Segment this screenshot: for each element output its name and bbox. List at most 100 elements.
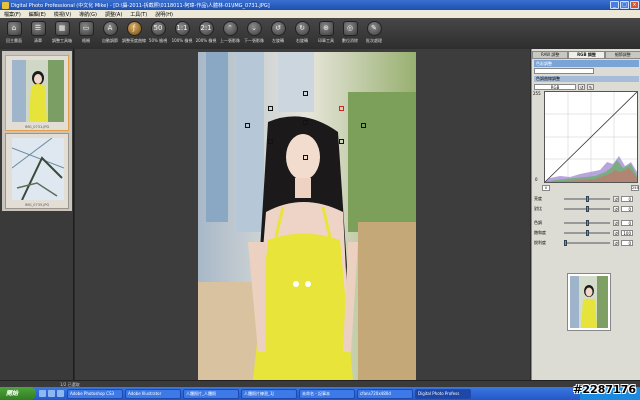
curve-channel-select[interactable]: RGB bbox=[534, 83, 576, 90]
taskbar-item-active[interactable]: Digital Photo Profess bbox=[415, 388, 471, 399]
slider-knob[interactable] bbox=[586, 230, 589, 236]
thumbnail-caption: IMG_0731.JPG bbox=[24, 125, 50, 129]
curve-eyedropper-button[interactable]: ✎ bbox=[587, 83, 594, 90]
toolbar-auto-button[interactable]: A 自動調節 bbox=[98, 18, 122, 49]
home-icon: ⌂ bbox=[6, 21, 22, 36]
thumbnail-caption: IMG_0735.JPG bbox=[24, 203, 50, 207]
toolbar-grid-button[interactable]: ▭ 格柵 bbox=[74, 18, 98, 49]
hue-slider[interactable] bbox=[564, 220, 610, 226]
start-button[interactable]: 開始 bbox=[0, 387, 36, 400]
slider-knob[interactable] bbox=[564, 240, 567, 246]
tab-detail-adjust[interactable]: 細節調整 bbox=[604, 51, 640, 59]
palette-tabs: RAW 調整 RGB 調整 細節調整 bbox=[532, 51, 640, 59]
tab-raw-adjust[interactable]: RAW 調整 bbox=[532, 51, 569, 59]
brightness-value[interactable]: 0 bbox=[621, 196, 633, 202]
toolbar-zoom50-button[interactable]: 50 50% 檢視 bbox=[146, 18, 170, 49]
curve-input-min[interactable]: 0 bbox=[542, 185, 550, 191]
menu-edit[interactable]: 編輯(E) bbox=[29, 11, 46, 18]
reset-icon[interactable]: ↺ bbox=[613, 240, 619, 246]
menu-file[interactable]: 檔案(F) bbox=[4, 11, 21, 18]
brightness-slider[interactable] bbox=[564, 196, 610, 202]
menu-view[interactable]: 檢視(V) bbox=[54, 11, 71, 18]
contrast-value[interactable]: 0 bbox=[621, 206, 633, 212]
toolbar-stamp-button[interactable]: ⊕ 印章工具 bbox=[314, 18, 338, 49]
hue-value[interactable]: 0 bbox=[621, 220, 633, 226]
af-point bbox=[303, 155, 308, 160]
curve-controls: RGB ↺ ✎ bbox=[534, 83, 639, 90]
toolbox-icon: ▦ bbox=[54, 21, 70, 36]
thumbnail-list: IMG_0731.JPG IMG_0735.JPG bbox=[2, 51, 72, 211]
taskbar-item[interactable]: Adobe Illustrator bbox=[125, 388, 181, 399]
toolbar-prev-button[interactable]: ⌃ 上一張影像 bbox=[218, 18, 242, 49]
batch-icon: ✎ bbox=[366, 21, 382, 36]
saturation-slider[interactable] bbox=[564, 230, 610, 236]
watermark: #2287176 bbox=[573, 383, 636, 396]
af-point bbox=[339, 139, 344, 144]
saturation-value[interactable]: 100 bbox=[621, 230, 633, 236]
stamp-icon: ⊕ bbox=[318, 21, 334, 36]
zoom50-icon: 50 bbox=[150, 21, 166, 36]
contrast-slider-row: 對比 ↺ 0 bbox=[534, 205, 639, 213]
quick-launch-icon[interactable] bbox=[39, 390, 46, 397]
taskbar-item[interactable]: 未命名 - 記事本 bbox=[299, 388, 355, 399]
app-logo-icon bbox=[2, 1, 9, 9]
navigator-preview[interactable] bbox=[567, 273, 611, 331]
preset-dropdown[interactable] bbox=[534, 68, 594, 74]
toolbar-zoom200-button[interactable]: 2:1 200% 檢視 bbox=[194, 18, 218, 49]
menu-tools[interactable]: 工具(T) bbox=[130, 11, 147, 18]
tab-rgb-adjust[interactable]: RGB 調整 bbox=[568, 51, 605, 59]
toolbar-batch-button[interactable]: ✎ 批次處理 bbox=[362, 18, 386, 49]
af-point bbox=[245, 123, 250, 128]
zoom100-icon: 1:1 bbox=[174, 21, 190, 36]
menu-go[interactable]: 導航(G) bbox=[79, 11, 97, 18]
app-window: Digital Photo Professional (中文化 Mike) - … bbox=[0, 0, 640, 400]
dust-icon: ◎ bbox=[342, 21, 358, 36]
toolbar: ⌂ 回主畫面 ☰ 清單 ▦ 調整工具箱 ▭ 格柵 A 自動調節 ƒ 調整亮度曲線 50 50%… bbox=[0, 18, 640, 49]
thumbnail-image bbox=[11, 137, 65, 201]
taskbar-item[interactable]: 人體照片_人體照 bbox=[183, 388, 239, 399]
toolbar-home-button[interactable]: ⌂ 回主畫面 bbox=[2, 18, 26, 49]
sharpness-label: 銳利度 bbox=[534, 240, 546, 245]
graph-max-label: 255 bbox=[533, 91, 541, 96]
image-viewer[interactable] bbox=[75, 49, 530, 380]
af-point bbox=[361, 123, 366, 128]
slider-knob[interactable] bbox=[586, 196, 589, 202]
toolbar-list-button[interactable]: ☰ 清單 bbox=[26, 18, 50, 49]
contrast-slider[interactable] bbox=[564, 206, 610, 212]
close-button[interactable]: × bbox=[630, 1, 639, 9]
reset-icon[interactable]: ↺ bbox=[613, 220, 619, 226]
thumbnail-item[interactable]: IMG_0735.JPG bbox=[5, 133, 69, 209]
toolbar-toolbox-button[interactable]: ▦ 調整工具箱 bbox=[50, 18, 74, 49]
menu-help[interactable]: 說明(H) bbox=[155, 11, 173, 18]
toolbar-rotate-left-button[interactable]: ↺ 左旋轉 bbox=[266, 18, 290, 49]
tone-curve-graph[interactable] bbox=[544, 91, 638, 183]
graph-min-label: 0 bbox=[535, 177, 538, 182]
af-point bbox=[303, 91, 308, 96]
reset-icon[interactable]: ↺ bbox=[613, 196, 619, 202]
menu-adjust[interactable]: 調整(A) bbox=[105, 11, 122, 18]
toolbar-rotate-right-button[interactable]: ↻ 右旋轉 bbox=[290, 18, 314, 49]
quick-launch-icon[interactable] bbox=[48, 390, 55, 397]
brightness-label: 亮度 bbox=[534, 196, 542, 201]
quick-launch-icon[interactable] bbox=[57, 390, 64, 397]
maximize-button[interactable]: □ bbox=[620, 1, 629, 9]
toolbar-dust-button[interactable]: ◎ 數位消除 bbox=[338, 18, 362, 49]
curve-input-max[interactable]: 255 bbox=[631, 185, 639, 191]
reset-icon[interactable]: ↺ bbox=[613, 206, 619, 212]
thumbnail-image bbox=[12, 60, 64, 122]
sharpness-slider[interactable] bbox=[564, 240, 610, 246]
toolbar-next-button[interactable]: ⌄ 下一張影像 bbox=[242, 18, 266, 49]
taskbar-item[interactable]: 人體照片練習_1J bbox=[241, 388, 297, 399]
toolbar-curve-button[interactable]: ƒ 調整亮度曲線 bbox=[122, 18, 146, 49]
slider-knob[interactable] bbox=[586, 220, 589, 226]
thumbnail-item[interactable]: IMG_0731.JPG bbox=[5, 55, 69, 131]
minimize-button[interactable]: _ bbox=[610, 1, 619, 9]
slider-knob[interactable] bbox=[586, 206, 589, 212]
reset-icon[interactable]: ↺ bbox=[613, 230, 619, 236]
sharpness-value[interactable]: 0 bbox=[621, 240, 633, 246]
toolbar-zoom100-button[interactable]: 1:1 100% 檢視 bbox=[170, 18, 194, 49]
taskbar-item[interactable]: Adobe Photoshop CS3 bbox=[67, 388, 123, 399]
taskbar-item[interactable]: cfans720x480d bbox=[357, 388, 413, 399]
curve-reset-button[interactable]: ↺ bbox=[578, 83, 585, 90]
grid-icon: ▭ bbox=[78, 21, 94, 36]
